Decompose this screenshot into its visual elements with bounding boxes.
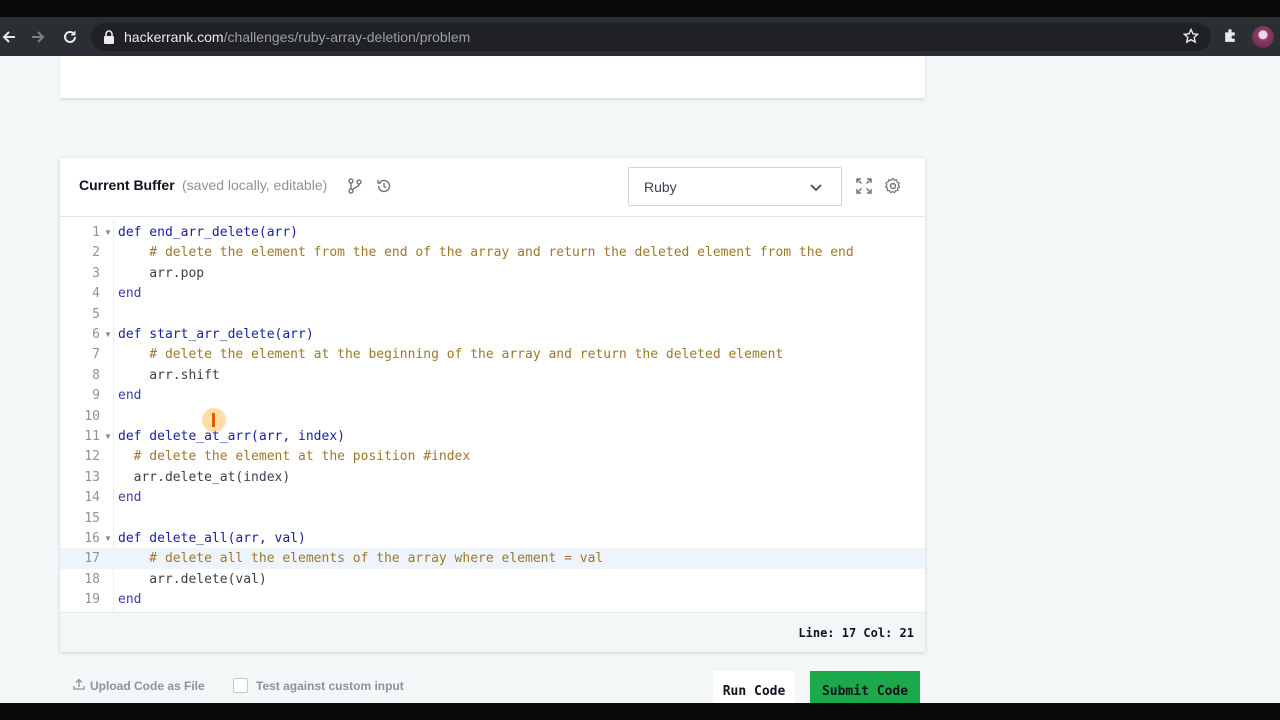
- browser-toolbar: hackerrank.com/challenges/ruby-array-del…: [0, 17, 1280, 56]
- line-number: 18: [84, 571, 100, 587]
- code-text: arr.shift: [118, 367, 220, 383]
- bottom-letterbox: [0, 703, 1280, 720]
- code-text: # delete the element from the end of the…: [118, 245, 854, 261]
- code-line[interactable]: 9 end: [60, 385, 925, 405]
- custom-input-checkbox[interactable]: [233, 678, 248, 693]
- editor-status-bar: Line: 17 Col: 21: [60, 612, 925, 652]
- bookmark-star-icon[interactable]: [1182, 27, 1200, 49]
- submit-code-button[interactable]: Submit Code: [810, 671, 920, 705]
- fold-arrow-icon[interactable]: ▼: [104, 330, 112, 339]
- code-line[interactable]: 6 ▼ def start_arr_delete(arr): [60, 324, 925, 344]
- language-value: Ruby: [644, 179, 677, 195]
- fold-arrow-icon[interactable]: ▼: [104, 534, 112, 543]
- extensions-puzzle-icon[interactable]: [1222, 27, 1239, 49]
- mouse-cursor-highlight: [202, 408, 226, 432]
- code-text: def delete_all(arr, val): [118, 531, 306, 546]
- code-text: arr.pop: [118, 265, 205, 281]
- buffer-subtitle: (saved locally, editable): [182, 177, 328, 193]
- line-number: 19: [84, 592, 100, 608]
- line-number: 14: [84, 490, 100, 506]
- code-line[interactable]: 5: [60, 304, 925, 324]
- upload-icon: [73, 678, 85, 693]
- code-text: end: [118, 286, 142, 302]
- chevron-down-icon: [809, 181, 823, 199]
- code-text: def end_arr_delete(arr): [118, 225, 299, 240]
- line-number: 6: [92, 327, 100, 342]
- code-line[interactable]: 3 arr.pop: [60, 263, 925, 283]
- line-number: 9: [92, 388, 100, 404]
- lock-icon: [103, 30, 115, 49]
- code-line[interactable]: 18 arr.delete(val): [60, 569, 925, 589]
- code-text: end: [118, 490, 142, 506]
- code-line[interactable]: 16 ▼ def delete_all(arr, val): [60, 528, 925, 548]
- reload-icon[interactable]: [59, 26, 81, 48]
- code-line[interactable]: 12 # delete the element at the position …: [60, 446, 925, 466]
- address-bar[interactable]: hackerrank.com/challenges/ruby-array-del…: [91, 23, 1211, 51]
- code-line[interactable]: 19 end: [60, 589, 925, 609]
- branch-icon[interactable]: [346, 177, 364, 195]
- code-text: # delete all the elements of the array w…: [118, 551, 604, 567]
- code-text: # delete the element at the position #in…: [118, 449, 471, 465]
- code-line[interactable]: 11 ▼ def delete_at_arr(arr, index): [60, 426, 925, 446]
- cursor-position: Line: 17 Col: 21: [798, 626, 914, 640]
- code-line[interactable]: 14 end: [60, 487, 925, 507]
- code-text: end: [118, 388, 142, 404]
- url-text: hackerrank.com/challenges/ruby-array-del…: [124, 29, 471, 45]
- fold-arrow-icon[interactable]: ▼: [104, 228, 112, 237]
- code-text: # delete the element at the beginning of…: [118, 347, 784, 363]
- settings-gear-icon[interactable]: [884, 177, 902, 195]
- code-line[interactable]: 8 arr.shift: [60, 365, 925, 385]
- run-code-button[interactable]: Run Code: [713, 671, 795, 705]
- code-line[interactable]: 10: [60, 406, 925, 426]
- line-number: 4: [92, 286, 100, 302]
- line-number: 10: [84, 408, 100, 424]
- code-line[interactable]: 4 end: [60, 283, 925, 303]
- line-number: 2: [92, 245, 100, 261]
- line-number: 8: [92, 367, 100, 383]
- top-letterbox: [0, 0, 1280, 17]
- code-text: arr.delete(val): [118, 571, 267, 587]
- fullscreen-icon[interactable]: [855, 177, 873, 195]
- line-number: 1: [92, 225, 100, 240]
- line-number: 16: [84, 531, 100, 546]
- code-line[interactable]: 17 # delete all the elements of the arra…: [60, 548, 925, 569]
- code-text: def delete_at_arr(arr, index): [118, 429, 345, 444]
- history-icon[interactable]: [375, 177, 393, 195]
- code-line[interactable]: 1 ▼ def end_arr_delete(arr): [60, 222, 925, 242]
- profile-avatar[interactable]: [1252, 26, 1274, 48]
- code-line[interactable]: 15: [60, 508, 925, 528]
- line-number: 7: [92, 347, 100, 363]
- line-number: 12: [84, 449, 100, 465]
- custom-input-label: Test against custom input: [256, 679, 404, 693]
- line-number: 17: [84, 551, 100, 567]
- fold-arrow-icon[interactable]: ▼: [104, 432, 112, 441]
- editor-header: Current Buffer (saved locally, editable)…: [60, 158, 925, 217]
- upload-label: Upload Code as File: [90, 678, 205, 693]
- line-number: 5: [92, 306, 100, 322]
- code-text: def start_arr_delete(arr): [118, 327, 314, 342]
- line-number: 13: [84, 469, 100, 485]
- upload-code-link[interactable]: Upload Code as File: [73, 678, 205, 693]
- code-editor-panel: Current Buffer (saved locally, editable)…: [60, 158, 925, 652]
- line-number: 3: [92, 265, 100, 281]
- buffer-title: Current Buffer: [79, 177, 175, 193]
- language-select[interactable]: Ruby: [628, 167, 842, 206]
- forward-arrow-icon[interactable]: [27, 26, 49, 48]
- back-arrow-icon[interactable]: [0, 26, 20, 48]
- problem-statement-card: [60, 56, 925, 98]
- code-text: arr.delete_at(index): [118, 469, 291, 485]
- code-line[interactable]: 2 # delete the element from the end of t…: [60, 242, 925, 262]
- code-text: end: [118, 592, 142, 608]
- code-line[interactable]: 7 # delete the element at the beginning …: [60, 344, 925, 364]
- code-line[interactable]: 13 arr.delete_at(index): [60, 467, 925, 487]
- code-area[interactable]: 1 ▼ def end_arr_delete(arr) 2 # delete the …: [60, 218, 925, 612]
- line-number: 15: [84, 510, 100, 526]
- line-number: 11: [84, 429, 100, 444]
